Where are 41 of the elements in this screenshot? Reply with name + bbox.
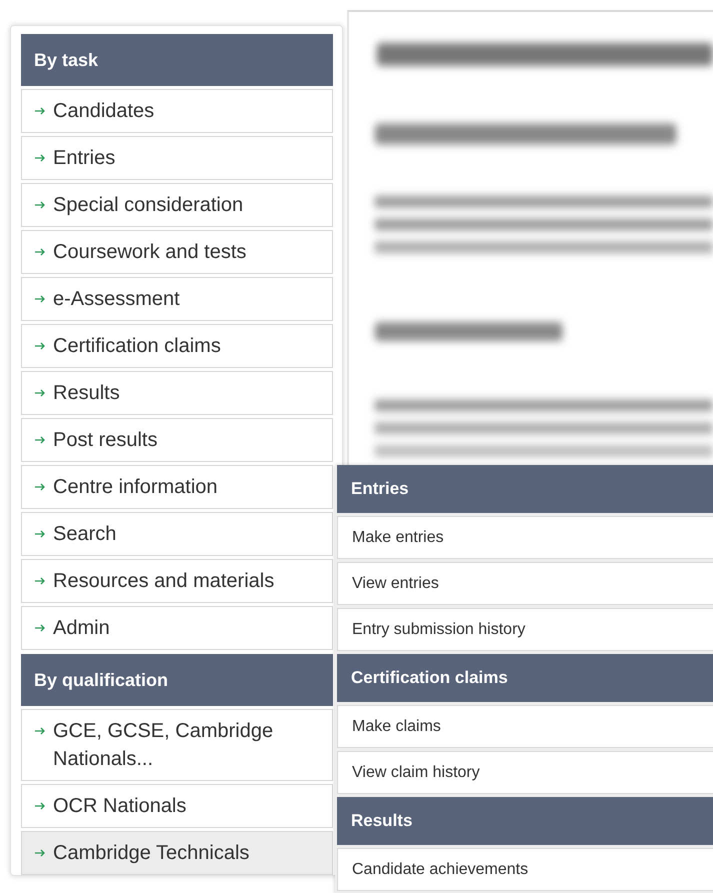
- sidebar-item[interactable]: GCE, GCSE, Cambridge Nationals...: [21, 709, 333, 781]
- menu-item[interactable]: Make entries: [337, 516, 713, 559]
- menu-heading: Certification claims: [337, 654, 713, 702]
- arrow-icon: [34, 106, 46, 116]
- sidebar-item[interactable]: Post results: [21, 418, 333, 462]
- arrow-icon: [34, 341, 46, 351]
- section-heading: By task: [21, 34, 333, 86]
- sidebar-item[interactable]: Candidates: [21, 89, 333, 133]
- arrow-icon: [34, 848, 46, 858]
- arrow-icon: [34, 294, 46, 304]
- menu-item[interactable]: Candidate achievements: [337, 848, 713, 891]
- arrow-icon: [34, 153, 46, 163]
- section-heading: By qualification: [21, 654, 333, 706]
- menu-item[interactable]: Make claims: [337, 705, 713, 748]
- arrow-icon: [34, 435, 46, 445]
- arrow-icon: [34, 247, 46, 257]
- sidebar-item[interactable]: Resources and materials: [21, 559, 333, 603]
- menu-item[interactable]: View entries: [337, 562, 713, 605]
- sidebar-item[interactable]: Admin: [21, 606, 333, 650]
- arrow-icon: [34, 576, 46, 586]
- sidebar-item[interactable]: OCR Nationals: [21, 784, 333, 828]
- sidebar-item[interactable]: Centre information: [21, 465, 333, 509]
- sidebar-item[interactable]: Cambridge Technicals: [21, 831, 333, 875]
- arrow-icon: [34, 482, 46, 492]
- sidebar-item[interactable]: Special consideration: [21, 183, 333, 227]
- arrow-icon: [34, 200, 46, 210]
- arrow-icon: [34, 623, 46, 633]
- arrow-icon: [34, 529, 46, 539]
- menu-item[interactable]: View claim history: [337, 751, 713, 794]
- menu-heading: Results: [337, 797, 713, 845]
- sidebar-item[interactable]: Coursework and tests: [21, 230, 333, 274]
- arrow-icon: [34, 801, 46, 811]
- sidebar-item[interactable]: e-Assessment: [21, 277, 333, 321]
- sidebar-item[interactable]: Certification claims: [21, 324, 333, 368]
- arrow-icon: [34, 388, 46, 398]
- sidebar-item[interactable]: Search: [21, 512, 333, 556]
- menu-item[interactable]: Entry submission history: [337, 608, 713, 651]
- menu-heading: Entries: [337, 465, 713, 513]
- sidebar-item[interactable]: Results: [21, 371, 333, 415]
- sidebar-item[interactable]: Entries: [21, 136, 333, 180]
- arrow-icon: [34, 726, 46, 736]
